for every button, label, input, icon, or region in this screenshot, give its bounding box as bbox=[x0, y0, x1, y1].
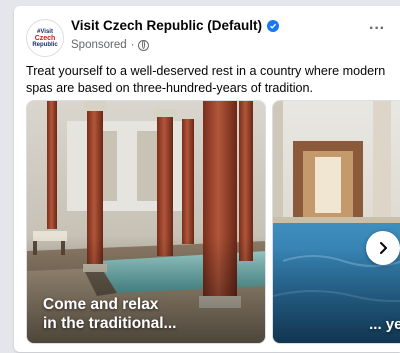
verified-badge-icon bbox=[267, 19, 280, 32]
card-2-caption: ... yet m bbox=[369, 316, 400, 333]
more-options-button[interactable]: ··· bbox=[366, 19, 388, 39]
globe-icon[interactable] bbox=[138, 39, 150, 51]
chevron-right-icon bbox=[380, 242, 387, 254]
indoor-pool-image bbox=[273, 101, 400, 343]
avatar-text-line3: Republic bbox=[32, 41, 58, 48]
more-options-icon: ··· bbox=[369, 20, 385, 37]
sponsored-label[interactable]: Sponsored bbox=[71, 39, 127, 51]
avatar-text-line2: Czech bbox=[34, 34, 56, 42]
image-carousel: Come and relax in the traditional... ...… bbox=[26, 100, 400, 344]
carousel-card-1[interactable]: Come and relax in the traditional... bbox=[26, 100, 266, 344]
post-body-text: Treat yourself to a well-deserved rest i… bbox=[26, 64, 386, 95]
sponsored-post: #Visit Czech Republic Visit Czech Republ… bbox=[14, 6, 400, 352]
carousel-next-button[interactable] bbox=[366, 231, 400, 265]
card-1-caption: Come and relax in the traditional... bbox=[43, 295, 176, 333]
separator-dot: · bbox=[130, 39, 135, 51]
sponsored-row: Sponsored · bbox=[71, 39, 150, 51]
page-name-text[interactable]: Visit Czech Republic (Default) bbox=[71, 18, 262, 33]
page-name-link[interactable]: Visit Czech Republic (Default) bbox=[71, 18, 280, 33]
card-1-caption-line1: Come and relax bbox=[43, 296, 159, 313]
carousel-card-2[interactable]: ... yet m bbox=[272, 100, 400, 344]
page-avatar[interactable]: #Visit Czech Republic bbox=[26, 19, 64, 57]
card-1-caption-line2: in the traditional... bbox=[43, 315, 177, 332]
